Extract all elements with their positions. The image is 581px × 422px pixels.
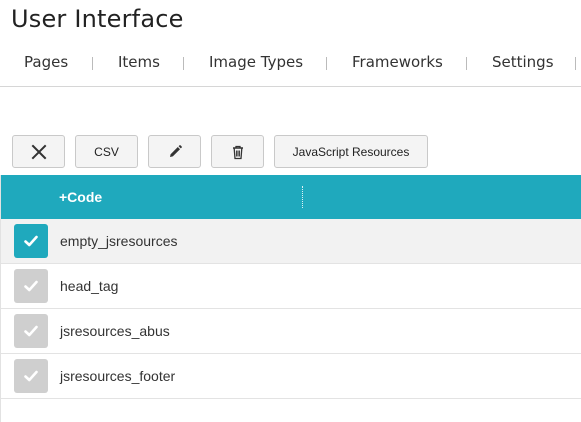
checkmark-icon [24, 280, 38, 292]
tab-divider [466, 57, 467, 70]
column-resize-handle[interactable] [302, 186, 304, 208]
tab-frameworks[interactable]: Frameworks [352, 52, 443, 74]
row-code: jsresources_abus [60, 323, 170, 339]
delete-button[interactable] [211, 135, 264, 168]
row-code: empty_jsresources [60, 233, 178, 249]
row-checkbox[interactable] [14, 359, 48, 393]
pencil-icon [169, 144, 182, 157]
row-checkbox[interactable] [14, 224, 48, 258]
data-grid: +Code empty_jsresources head_tag jsresou… [0, 175, 581, 422]
tab-divider [575, 57, 576, 70]
tab-bar: Pages Items Image Types Frameworks Setti… [0, 52, 581, 74]
table-row[interactable]: jsresources_footer [1, 354, 581, 399]
tab-divider [326, 57, 327, 70]
edit-button[interactable] [148, 135, 201, 168]
tab-settings[interactable]: Settings [492, 52, 554, 74]
tab-divider [183, 57, 184, 70]
checkmark-icon [24, 235, 38, 247]
table-row[interactable]: head_tag [1, 264, 581, 309]
trash-icon [232, 145, 243, 159]
close-button[interactable] [12, 135, 65, 168]
table-row[interactable]: empty_jsresources [1, 219, 581, 264]
checkmark-icon [24, 325, 38, 337]
row-code: jsresources_footer [60, 368, 176, 384]
csv-button-label: CSV [94, 144, 119, 159]
tab-divider [92, 57, 93, 70]
toolbar: CSV JavaScript Resources [0, 135, 581, 168]
row-checkbox[interactable] [14, 269, 48, 303]
table-row[interactable]: jsresources_abus [1, 309, 581, 354]
csv-export-button[interactable]: CSV [75, 135, 138, 168]
tab-pages[interactable]: Pages [24, 52, 68, 74]
row-checkbox[interactable] [14, 314, 48, 348]
code-column-header[interactable]: +Code [59, 175, 102, 219]
row-code: head_tag [60, 278, 119, 294]
tab-items[interactable]: Items [118, 52, 160, 74]
page-title: User Interface [11, 5, 184, 33]
javascript-resources-label: JavaScript Resources [292, 144, 410, 159]
close-icon [31, 144, 46, 159]
grid-header: +Code [1, 175, 581, 219]
tabs-divider-line [0, 86, 581, 87]
javascript-resources-button[interactable]: JavaScript Resources [274, 135, 428, 168]
checkmark-icon [24, 370, 38, 382]
tab-image-types[interactable]: Image Types [209, 52, 303, 74]
